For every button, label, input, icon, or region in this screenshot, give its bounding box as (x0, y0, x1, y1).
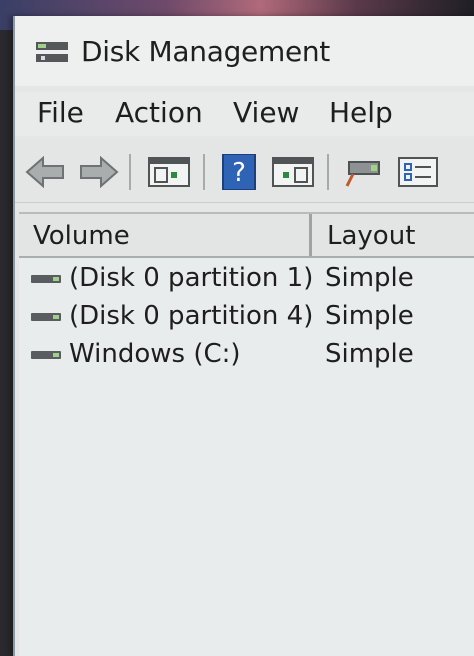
volume-icon (31, 275, 61, 283)
svg-text:?: ? (232, 158, 246, 188)
menu-bar: File Action View Help (15, 92, 474, 136)
table-row[interactable]: Windows (C:) Simple (19, 334, 474, 372)
volume-icon (31, 313, 61, 321)
volume-layout: Simple (325, 301, 414, 331)
volume-name: (Disk 0 partition 1) (69, 263, 314, 293)
menu-view[interactable]: View (233, 96, 299, 129)
volume-name: Windows (C:) (69, 339, 241, 369)
show-hide-action-pane-icon[interactable] (271, 154, 315, 190)
menu-file[interactable]: File (37, 96, 84, 129)
forward-arrow-icon[interactable] (77, 154, 119, 190)
properties-icon[interactable] (397, 154, 441, 190)
window-title: Disk Management (81, 35, 330, 68)
volume-list: Volume Layout (Disk 0 partition 1) Simpl… (19, 212, 474, 656)
menu-help[interactable]: Help (329, 96, 393, 129)
column-header-layout[interactable]: Layout (327, 214, 415, 256)
volume-layout: Simple (325, 339, 414, 369)
toolbar-separator (203, 154, 205, 190)
table-row[interactable]: (Disk 0 partition 4) Simple (19, 296, 474, 334)
toolbar-separator (129, 154, 131, 190)
show-hide-console-tree-icon[interactable] (147, 154, 191, 190)
volume-icon (31, 351, 61, 359)
column-header-volume[interactable]: Volume (33, 214, 130, 256)
disk-management-window: Disk Management File Action View Help ? (13, 16, 474, 656)
back-arrow-icon[interactable] (25, 154, 67, 190)
disk-management-app-icon (36, 42, 68, 62)
title-bar[interactable]: Disk Management (15, 16, 474, 86)
help-icon[interactable]: ? (219, 154, 259, 190)
list-header: Volume Layout (19, 214, 474, 258)
toolbar: ? (15, 140, 474, 203)
column-divider[interactable] (309, 214, 312, 256)
connect-icon[interactable] (343, 154, 387, 190)
toolbar-separator (327, 154, 329, 190)
menu-action[interactable]: Action (115, 96, 203, 129)
volume-layout: Simple (325, 263, 414, 293)
volume-name: (Disk 0 partition 4) (69, 301, 314, 331)
table-row[interactable]: (Disk 0 partition 1) Simple (19, 258, 474, 296)
